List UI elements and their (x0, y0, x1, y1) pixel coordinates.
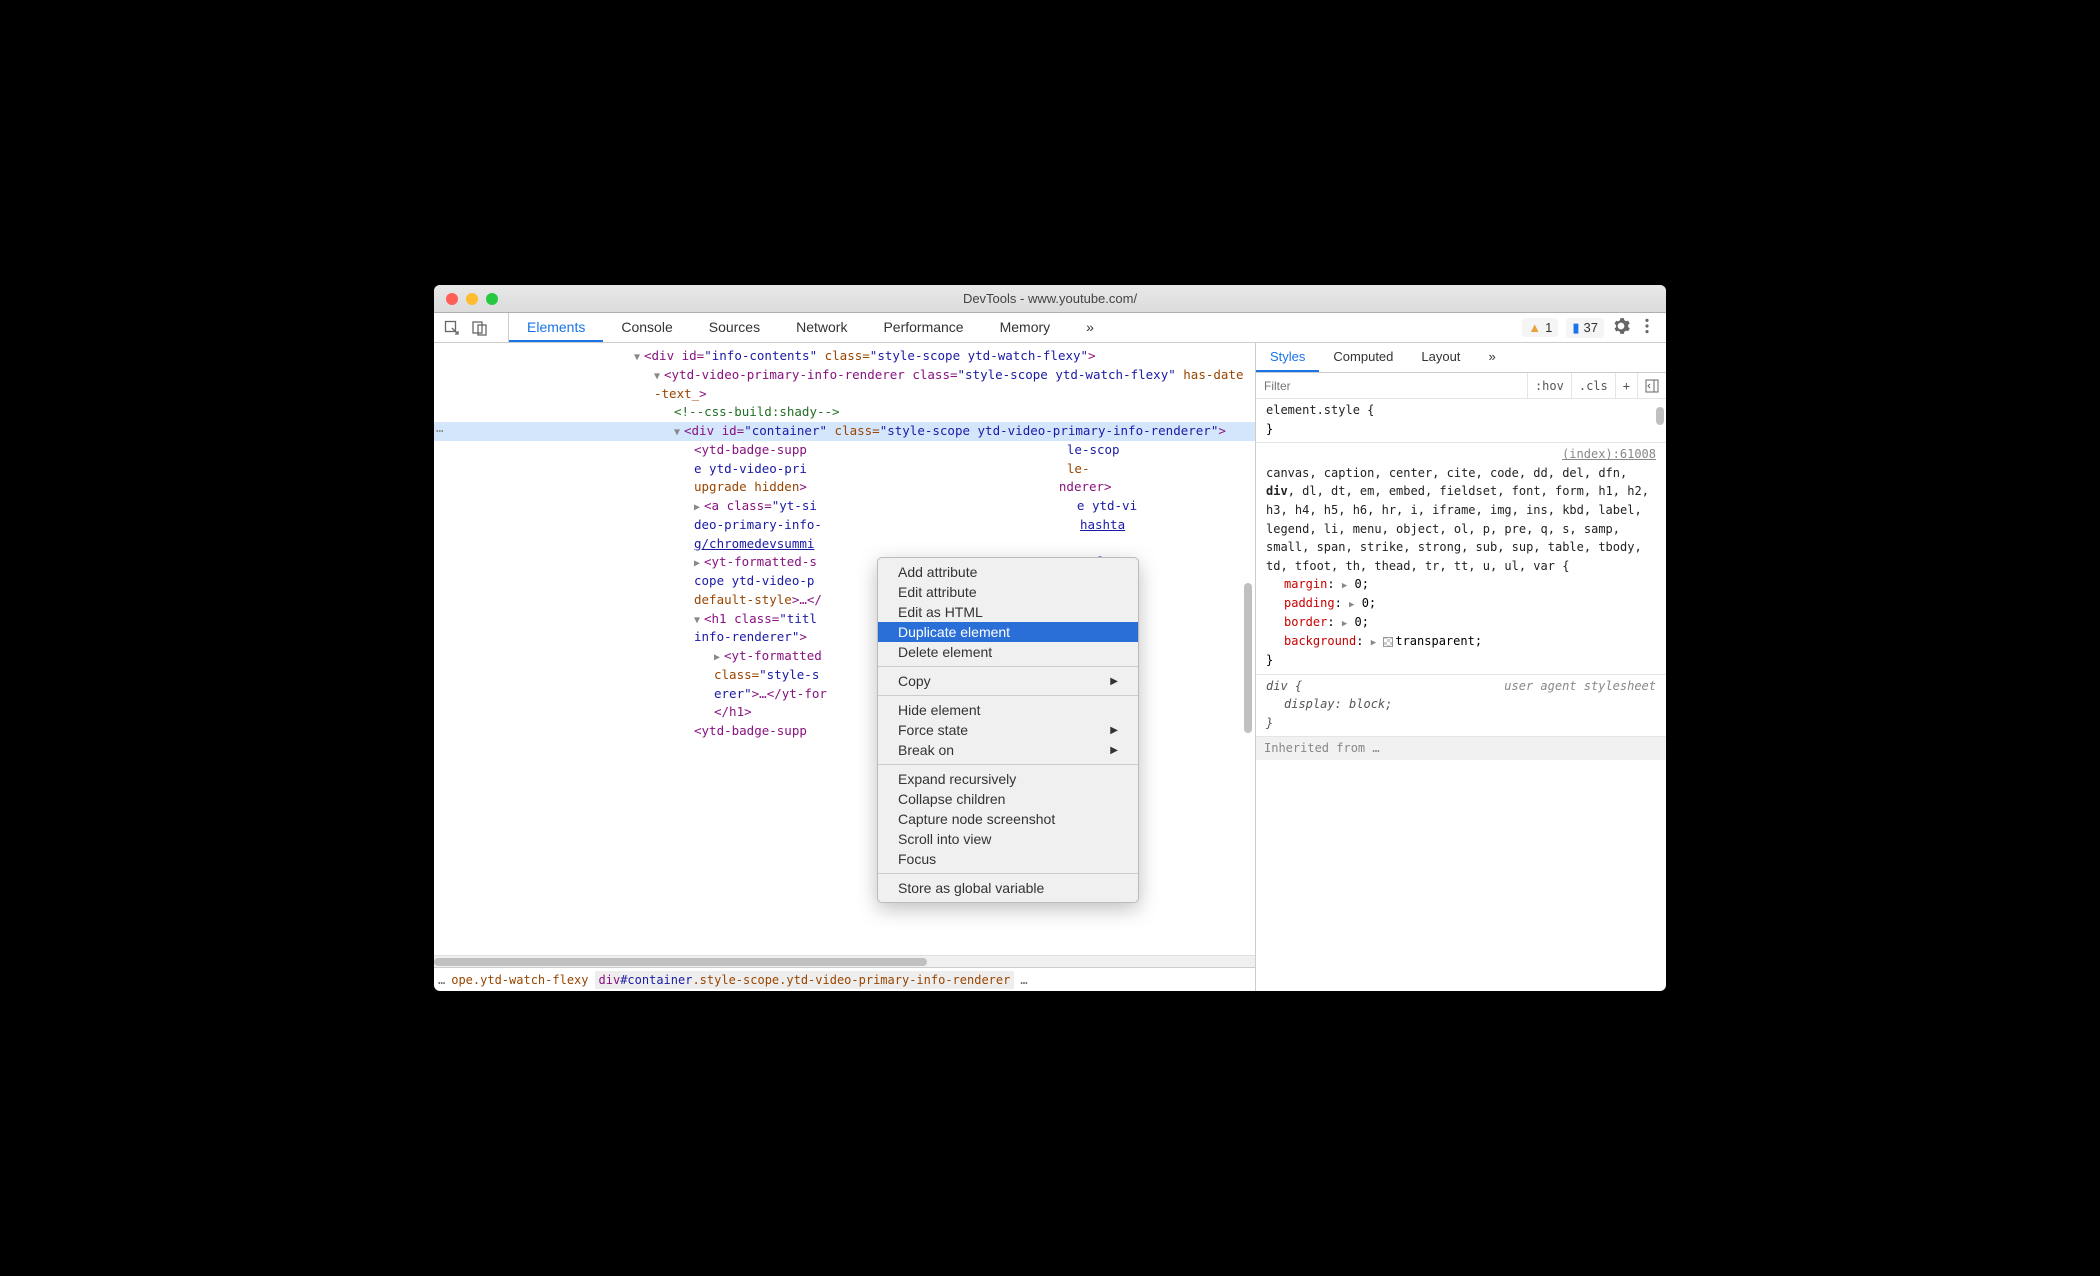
message-icon: ▮ (1572, 320, 1579, 336)
messages-count: 37 (1584, 320, 1598, 335)
gutter-ellipsis: ⋯ (436, 422, 444, 441)
messages-badge[interactable]: ▮ 37 (1566, 318, 1604, 338)
brace-close: } (1266, 420, 1656, 439)
dom-line[interactable]: ▼<ytd-video-primary-info-renderer class=… (434, 366, 1255, 404)
gear-icon[interactable] (1612, 317, 1630, 338)
ua-label: user agent stylesheet (1504, 677, 1656, 696)
menu-edit-as-html[interactable]: Edit as HTML (878, 602, 1138, 622)
inspect-icon[interactable] (444, 320, 460, 336)
menu-edit-attribute[interactable]: Edit attribute (878, 582, 1138, 602)
new-rule-button[interactable]: + (1615, 373, 1637, 398)
tab-sources[interactable]: Sources (691, 313, 778, 342)
dom-line-selected[interactable]: ⋯ ▼<div id="container" class="style-scop… (434, 422, 1255, 441)
css-prop[interactable]: background: ▶ transparent; (1266, 632, 1656, 651)
toolbar: Elements Console Sources Network Perform… (434, 313, 1666, 343)
style-rule-element[interactable]: element.style { } (1256, 399, 1666, 443)
styles-filter-row: :hov .cls + (1256, 373, 1666, 399)
breadcrumb: … ope.ytd-watch-flexy div#container.styl… (434, 967, 1255, 991)
dom-line[interactable]: <!--css-build:shady--> (434, 403, 1255, 422)
breadcrumb-item[interactable]: ope.ytd-watch-flexy (451, 973, 588, 987)
chevron-right-icon: ▶ (1110, 745, 1118, 756)
css-prop[interactable]: margin: ▶ 0; (1266, 575, 1656, 594)
brace-close: } (1266, 714, 1656, 733)
menu-copy[interactable]: Copy▶ (878, 671, 1138, 691)
menu-divider (878, 695, 1138, 696)
selector: div { (1266, 677, 1302, 696)
menu-capture-screenshot[interactable]: Capture node screenshot (878, 809, 1138, 829)
menu-expand-recursively[interactable]: Expand recursively (878, 769, 1138, 789)
kebab-icon[interactable] (1638, 317, 1656, 338)
selector: canvas, caption, center, cite, code, dd,… (1266, 464, 1656, 576)
devtools-window: DevTools - www.youtube.com/ Elements Con… (434, 285, 1666, 991)
vertical-scrollbar[interactable] (1656, 407, 1664, 425)
css-prop[interactable]: padding: ▶ 0; (1266, 594, 1656, 613)
window-title: DevTools - www.youtube.com/ (434, 291, 1666, 306)
horizontal-scrollbar[interactable] (434, 955, 1255, 967)
tab-network[interactable]: Network (778, 313, 865, 342)
filter-input[interactable] (1256, 379, 1527, 393)
menu-duplicate-element[interactable]: Duplicate element (878, 622, 1138, 642)
menu-force-state[interactable]: Force state▶ (878, 720, 1138, 740)
device-toggle-icon[interactable] (472, 320, 488, 336)
tab-console[interactable]: Console (603, 313, 690, 342)
styles-tab-computed[interactable]: Computed (1319, 343, 1407, 372)
chevron-right-icon: ▶ (1110, 725, 1118, 736)
context-menu: Add attribute Edit attribute Edit as HTM… (877, 557, 1139, 903)
toolbar-right: ▲ 1 ▮ 37 (1522, 317, 1656, 338)
selector: element.style { (1266, 401, 1656, 420)
breadcrumb-item-active[interactable]: div#container.style-scope.ytd-video-prim… (595, 971, 1015, 989)
dom-line[interactable]: ▶<a class="yt-sie ytd-video-primary-info… (434, 497, 1255, 553)
dom-line[interactable]: <ytd-badge-supple-scope ytd-video-prile-… (434, 441, 1255, 497)
menu-scroll-into-view[interactable]: Scroll into view (878, 829, 1138, 849)
menu-store-global[interactable]: Store as global variable (878, 878, 1138, 898)
style-rule-ua[interactable]: div { user agent stylesheet display: blo… (1256, 675, 1666, 738)
warnings-badge[interactable]: ▲ 1 (1522, 318, 1558, 337)
hov-toggle[interactable]: :hov (1527, 373, 1571, 398)
scrollbar-thumb[interactable] (434, 958, 927, 966)
tab-memory[interactable]: Memory (982, 313, 1069, 342)
chevron-right-icon: ▶ (1110, 676, 1118, 687)
main-content: ▼<div id="info-contents" class="style-sc… (434, 343, 1666, 991)
styles-panel: Styles Computed Layout » :hov .cls + ele… (1256, 343, 1666, 991)
styles-tabs: Styles Computed Layout » (1256, 343, 1666, 373)
styles-tab-styles[interactable]: Styles (1256, 343, 1319, 372)
menu-divider (878, 764, 1138, 765)
toolbar-left-icons (444, 313, 509, 342)
menu-break-on[interactable]: Break on▶ (878, 740, 1138, 760)
toolbar-tabs: Elements Console Sources Network Perform… (509, 313, 1522, 342)
menu-divider (878, 873, 1138, 874)
warning-icon: ▲ (1528, 320, 1541, 335)
source-link[interactable]: (index):61008 (1562, 445, 1656, 464)
menu-delete-element[interactable]: Delete element (878, 642, 1138, 662)
menu-hide-element[interactable]: Hide element (878, 700, 1138, 720)
menu-divider (878, 666, 1138, 667)
menu-collapse-children[interactable]: Collapse children (878, 789, 1138, 809)
color-swatch-icon[interactable] (1383, 637, 1393, 647)
tab-more[interactable]: » (1068, 313, 1112, 342)
titlebar: DevTools - www.youtube.com/ (434, 285, 1666, 313)
css-prop[interactable]: border: ▶ 0; (1266, 613, 1656, 632)
tab-elements[interactable]: Elements (509, 313, 603, 342)
style-rule[interactable]: (index):61008 canvas, caption, center, c… (1256, 443, 1666, 675)
css-prop[interactable]: display: block; (1266, 695, 1656, 714)
brace-close: } (1266, 651, 1656, 670)
breadcrumb-ellipsis[interactable]: … (1020, 973, 1027, 987)
sidebar-toggle-icon[interactable] (1637, 373, 1666, 398)
dom-line[interactable]: ▼<div id="info-contents" class="style-sc… (434, 347, 1255, 366)
menu-focus[interactable]: Focus (878, 849, 1138, 869)
warnings-count: 1 (1545, 320, 1552, 335)
tab-performance[interactable]: Performance (865, 313, 981, 342)
styles-tab-more[interactable]: » (1474, 343, 1509, 372)
styles-body[interactable]: element.style { } (index):61008 canvas, … (1256, 399, 1666, 991)
vertical-scrollbar[interactable] (1244, 523, 1254, 823)
inherited-header: Inherited from … (1256, 737, 1666, 760)
menu-add-attribute[interactable]: Add attribute (878, 562, 1138, 582)
scrollbar-thumb[interactable] (1244, 583, 1252, 733)
breadcrumb-ellipsis[interactable]: … (438, 973, 445, 987)
cls-toggle[interactable]: .cls (1571, 373, 1615, 398)
styles-tab-layout[interactable]: Layout (1407, 343, 1474, 372)
